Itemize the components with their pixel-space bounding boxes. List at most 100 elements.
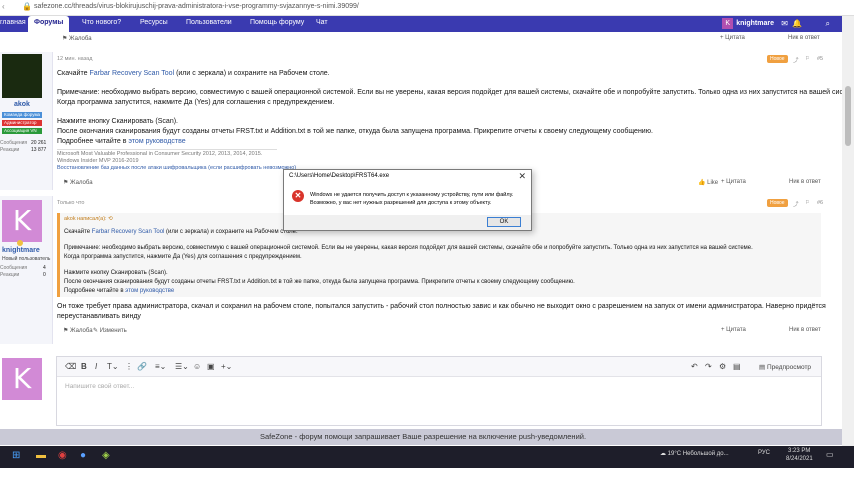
close-icon[interactable]: ✕: [518, 171, 526, 182]
post-number[interactable]: #5: [817, 56, 823, 62]
quote-button[interactable]: + Цитата: [721, 179, 746, 185]
reply-editor: K ⌫ B I T⌄ ⋮ 🔗 ≡⌄ ☰⌄ ☺ ▣ +⌄ ↶ ↷ ⚙ ▤ ▤ Пр…: [0, 352, 826, 430]
stat-label: Реакции: [0, 272, 20, 278]
nav-item-home[interactable]: главная: [0, 19, 26, 26]
nav-item-forums[interactable]: Форумы: [28, 16, 70, 32]
signature-line: Microsoft Most Valuable Professional in …: [57, 151, 263, 157]
undo-icon[interactable]: ↶: [691, 362, 698, 371]
bbcode-icon[interactable]: ⚙: [719, 362, 726, 371]
user-menu[interactable]: K knightmare: [722, 18, 774, 29]
file-explorer-icon[interactable]: ▬: [36, 450, 46, 461]
avatar[interactable]: K: [2, 200, 42, 242]
share-icon[interactable]: ⤴: [793, 200, 799, 208]
edit-link[interactable]: ✎ Изменить: [93, 327, 127, 334]
username: knightmare: [736, 20, 774, 27]
nav-item-chat[interactable]: Чат: [316, 19, 328, 26]
bookmark-icon[interactable]: ⚐: [805, 200, 810, 206]
notification-icon[interactable]: ▭: [826, 450, 834, 459]
author-name[interactable]: akok: [14, 101, 30, 108]
scrollbar-thumb[interactable]: [845, 86, 851, 146]
signature-divider: [57, 149, 277, 150]
insert-icon[interactable]: +⌄: [221, 362, 232, 371]
avatar: [2, 54, 42, 98]
clock-date[interactable]: 8/24/2021: [786, 456, 813, 462]
bell-icon[interactable]: 🔔: [792, 19, 802, 28]
avatar: K: [2, 358, 42, 400]
guide-link[interactable]: этом руководстве: [125, 288, 174, 294]
link-icon[interactable]: 🔗: [137, 362, 147, 371]
reply-button[interactable]: Ник в ответ: [789, 327, 821, 333]
app-drop-icon[interactable]: ●: [80, 450, 86, 461]
complaint-link[interactable]: ⚑ Жалоба: [63, 327, 93, 334]
error-icon: ✕: [292, 190, 304, 202]
quote-button[interactable]: + Цитата: [721, 327, 746, 333]
nav-item-resources[interactable]: Ресурсы: [140, 19, 168, 26]
ok-button[interactable]: OK: [487, 217, 521, 227]
post-sidebar: K knightmare Новый пользователь Сообщени…: [0, 196, 52, 344]
search-icon[interactable]: ⌕: [826, 19, 830, 29]
post-footer-prev: ⚑ Жалоба + Цитата Ник в ответ: [0, 32, 826, 48]
redo-icon[interactable]: ↷: [705, 362, 712, 371]
windows-taskbar: ⊞ ▬ ◉ ● ◈ ☁ 19°C Небольшой до... РУС 3:2…: [0, 446, 854, 468]
quote-button[interactable]: + Цитата: [720, 35, 745, 41]
app-icon[interactable]: ◈: [102, 450, 110, 461]
role-badge: Администратор: [2, 120, 42, 126]
reply-button[interactable]: Ник в ответ: [789, 179, 821, 185]
post-number[interactable]: #6: [817, 200, 823, 206]
nav-item-whats-new[interactable]: Что нового?: [82, 19, 121, 26]
quote-author[interactable]: akok написал(а): ⟲: [64, 216, 113, 222]
clock-time[interactable]: 3:23 PM: [788, 448, 810, 454]
nav-item-users[interactable]: Пользователи: [186, 19, 232, 26]
stat-value: 13 877: [31, 147, 47, 153]
quote-line: Подробнее читайте в этом руководстве: [64, 288, 175, 294]
emoji-icon[interactable]: ☺: [193, 362, 201, 371]
image-icon[interactable]: ▣: [207, 362, 215, 371]
text-style-icon[interactable]: T⌄: [107, 362, 119, 371]
eraser-icon[interactable]: ⌫: [65, 362, 76, 371]
drafts-icon[interactable]: ▤: [733, 362, 741, 371]
page-scrollbar[interactable]: [842, 16, 854, 446]
chrome-icon[interactable]: ◉: [58, 450, 67, 461]
nav-item-help[interactable]: Помощь форуму: [250, 19, 304, 26]
reply-button[interactable]: Ник в ответ: [788, 35, 820, 41]
guide-link[interactable]: этом руководстве: [128, 138, 185, 145]
browser-address-bar: ‹ 🔒 safezone.cc/threads/virus-blokirujus…: [0, 0, 854, 16]
signature-link[interactable]: Восстановление баз данных после атаки ши…: [57, 165, 296, 171]
avatar: K: [722, 18, 734, 29]
new-badge: Новое: [767, 199, 788, 207]
role-badge: Ассоциация VN: [2, 128, 42, 134]
post-line: Примечание: необходимо выбрать версию, с…: [57, 89, 854, 96]
preview-button[interactable]: ▤ Предпросмотр: [759, 363, 811, 371]
reply-input[interactable]: Напишите свой ответ...: [65, 383, 134, 390]
inbox-icon[interactable]: ✉: [781, 19, 788, 28]
complaint-link[interactable]: ⚑ Жалоба: [63, 179, 93, 186]
like-button[interactable]: 👍 Like: [698, 179, 718, 186]
post-line: После окончания сканирования будут созда…: [57, 128, 653, 135]
dialog-line: Возможно, у вас нет нужных разрешений дл…: [310, 200, 492, 206]
language-indicator[interactable]: РУС: [758, 450, 770, 456]
author-name[interactable]: knightmare: [2, 247, 40, 254]
stat-label: Сообщения: [0, 140, 28, 146]
italic-icon[interactable]: I: [95, 362, 97, 371]
user-title: Новый пользователь: [2, 256, 51, 262]
lock-icon: 🔒: [22, 2, 32, 11]
editor-box: ⌫ B I T⌄ ⋮ 🔗 ≡⌄ ☰⌄ ☺ ▣ +⌄ ↶ ↷ ⚙ ▤ ▤ Пред…: [56, 356, 822, 426]
share-icon[interactable]: ⤴: [793, 56, 799, 64]
more-options-icon[interactable]: ⋮: [125, 362, 133, 371]
bold-icon[interactable]: B: [81, 362, 87, 371]
bookmark-icon[interactable]: ⚐: [805, 56, 810, 62]
complaint-link[interactable]: ⚑ Жалоба: [62, 35, 92, 42]
quote-line: Когда программа запустится, нажмите Да (…: [64, 254, 302, 260]
url-field[interactable]: safezone.cc/threads/virus-blokirujuschij…: [34, 3, 359, 10]
windows-start-icon[interactable]: ⊞: [12, 450, 20, 461]
align-icon[interactable]: ≡⌄: [155, 362, 166, 371]
post-time[interactable]: 12 мин. назад: [57, 56, 92, 62]
stat-value: 4: [43, 265, 46, 271]
post-time[interactable]: Только что: [57, 200, 84, 206]
post-line: Нажмите кнопку Сканировать (Scan).: [57, 118, 178, 125]
farbar-link[interactable]: Farbar Recovery Scan Tool: [92, 229, 165, 235]
farbar-link[interactable]: Farbar Recovery Scan Tool: [89, 70, 174, 77]
list-icon[interactable]: ☰⌄: [175, 362, 189, 371]
back-icon[interactable]: ‹: [2, 2, 5, 11]
weather-widget[interactable]: ☁ 19°C Небольшой до...: [660, 450, 729, 457]
